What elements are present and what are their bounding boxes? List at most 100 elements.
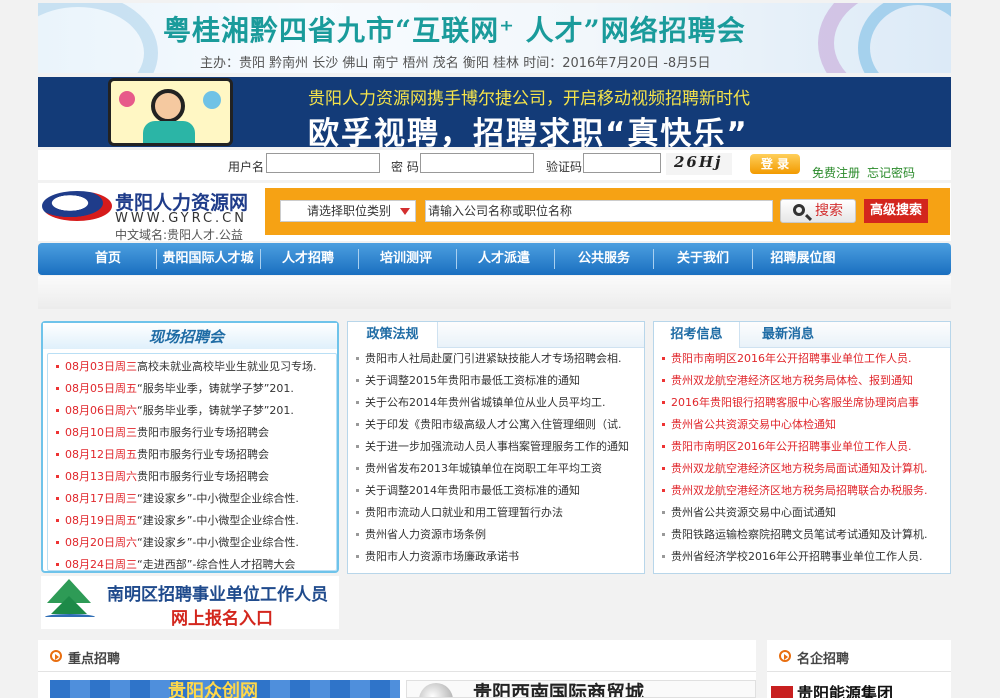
bullet-icon [662, 488, 665, 492]
site-domain-en: WWW.GYRC.CN [115, 211, 247, 226]
list-item[interactable]: 贵州双龙航空港经济区地方税务局面试通知及计算机. [654, 458, 928, 480]
video-recruit-banner[interactable]: 贵阳人力资源网携手博尔捷公司，开启移动视频招聘新时代 欧孚视聘，招聘求职“真快乐… [38, 77, 951, 147]
captcha-label: 验证码 [546, 160, 583, 174]
list-item[interactable]: 08月13日周六贵阳市服务行业专场招聘会 [48, 466, 269, 488]
list-item[interactable]: 贵阳市人社局赴厦门引进紧缺技能人才专场招聘会相. [348, 348, 622, 370]
password-input[interactable] [420, 153, 534, 173]
bullet-icon [56, 496, 59, 500]
list-item[interactable]: 贵阳市流动人口就业和用工管理暂行办法 [348, 502, 563, 524]
nav-item-about[interactable]: 关于我们 [663, 243, 743, 275]
nav-divider [156, 249, 157, 269]
list-item[interactable]: 关于印发《贵阳市级高级人才公寓入住管理细则（试. [348, 414, 622, 436]
list-item[interactable]: 贵州省人力资源市场条例 [348, 524, 486, 546]
bullet-icon [56, 562, 59, 566]
captcha-input[interactable] [583, 153, 661, 173]
policy-title: 关于印发《贵阳市级高级人才公寓入住管理细则（试. [365, 418, 622, 431]
nav-item-public-service[interactable]: 公共服务 [564, 243, 644, 275]
nav-divider [260, 249, 261, 269]
job-category-select[interactable]: 请选择职位类别 [280, 200, 416, 222]
nav-item-recruit[interactable]: 人才招聘 [268, 243, 348, 275]
section-title: 名企招聘 [797, 652, 850, 667]
username-input[interactable] [266, 153, 380, 173]
exam-title: 贵州省经济学校2016年公开招聘事业单位工作人员. [671, 550, 923, 563]
register-link[interactable]: 免费注册 [812, 164, 860, 181]
list-item[interactable]: 贵阳铁路运输检察院招聘文员笔试考试通知及计算机. [654, 524, 928, 546]
list-item[interactable]: 贵州双龙航空港经济区地方税务局招聘联合办税服务. [654, 480, 928, 502]
advanced-search-button[interactable]: 高级搜索 [864, 199, 928, 223]
policy-panel: 政策法规 贵阳市人社局赴厦门引进紧缺技能人才专场招聘会相. 关于调整2015年贵… [347, 321, 645, 574]
policy-title: 贵阳市流动人口就业和用工管理暂行办法 [365, 506, 563, 519]
list-item[interactable]: 贵阳市人力资源市场廉政承诺书 [348, 546, 519, 568]
ad-line1: 南明区招聘事业单位工作人员 [107, 585, 328, 605]
fair-title: “建设家乡”-中小微型企业综合性. [137, 492, 299, 505]
bullet-icon [356, 466, 359, 470]
nav-divider [456, 249, 457, 269]
nanming-recruit-ad[interactable]: 南明区招聘事业单位工作人员 网上报名入口 [41, 576, 339, 629]
bullet-icon [662, 554, 665, 558]
bullet-icon [356, 532, 359, 536]
fair-date: 08月17日周三 [65, 492, 137, 505]
panel-title: 现场招聘会 [149, 328, 225, 346]
list-item[interactable]: 关于公布2014年贵州省城镇单位从业人员平均工. [348, 392, 606, 414]
site-logo-icon[interactable] [42, 191, 112, 221]
fair-title: “建设家乡”-中小微型企业综合性. [137, 514, 299, 527]
login-button[interactable]: 登 录 [750, 154, 800, 174]
search-button[interactable]: 搜索 [780, 199, 856, 223]
list-item[interactable]: 08月24日周三“走进西部”-综合性人才招聘大会 [48, 554, 295, 576]
list-item[interactable]: 关于进一步加强流动人员人事档案管理服务工作的通知 [348, 436, 629, 458]
captcha-image[interactable]: 26Hj [666, 153, 732, 175]
globe-icon [419, 683, 453, 697]
list-item[interactable]: 08月17日周三“建设家乡”-中小微型企业综合性. [48, 488, 299, 510]
panel-header: 政策法规 [348, 322, 644, 348]
list-item[interactable]: 08月19日周五“建设家乡”-中小微型企业综合性. [48, 510, 299, 532]
bullet-icon [662, 400, 665, 404]
list-item[interactable]: 08月06日周六“服务毕业季，铸就学子梦”201. [48, 400, 294, 422]
tab-policy[interactable]: 政策法规 [348, 322, 438, 348]
list-item[interactable]: 贵州省经济学校2016年公开招聘事业单位工作人员. [654, 546, 923, 568]
bullet-icon [356, 488, 359, 492]
tab-exam-info[interactable]: 招考信息 [654, 322, 740, 348]
energy-group-ad[interactable]: 贵阳能源集团 [767, 680, 931, 698]
list-item[interactable]: 关于调整2015年贵阳市最低工资标准的通知 [348, 370, 580, 392]
nav-item-booth-map[interactable]: 招聘展位图 [760, 243, 846, 275]
nav-item-talent-city[interactable]: 贵阳国际人才城 [158, 243, 258, 275]
zhongchuang-ad[interactable]: 贵阳众创网 [50, 680, 400, 698]
list-item[interactable]: 08月12日周五贵阳市服务行业专场招聘会 [48, 444, 269, 466]
list-item[interactable]: 08月05日周五“服务毕业季，铸就学子梦”201. [48, 378, 294, 400]
decor-bubble [119, 91, 135, 107]
bullet-icon [662, 532, 665, 536]
exam-title: 贵州省公共资源交易中心体检通知 [671, 418, 836, 431]
list-item[interactable]: 贵州省公共资源交易中心面试通知 [654, 502, 836, 524]
bullet-icon [356, 422, 359, 426]
list-item[interactable]: 关于调整2014年贵阳市最低工资标准的通知 [348, 480, 580, 502]
fair-date: 08月06日周六 [65, 404, 137, 417]
trade-city-ad[interactable]: 贵阳西南国际商贸城 [406, 680, 756, 698]
list-item[interactable]: 08月10日周三贵阳市服务行业专场招聘会 [48, 422, 269, 444]
decor-swirl [858, 3, 951, 73]
fair-title: 贵阳市服务行业专场招聘会 [137, 448, 269, 461]
nav-divider [752, 249, 753, 269]
nav-item-home[interactable]: 首页 [78, 243, 138, 275]
exam-news-panel: 招考信息 最新消息 贵阳市南明区2016年公开招聘事业单位工作人员. 贵州双龙航… [653, 321, 951, 574]
fair-title: 贵阳市服务行业专场招聘会 [137, 470, 269, 483]
nav-item-training[interactable]: 培训测评 [366, 243, 446, 275]
ad-text: 贵阳能源集团 [797, 684, 894, 698]
exam-title: 贵阳铁路运输检察院招聘文员笔试考试通知及计算机. [671, 528, 928, 541]
list-item[interactable]: 贵阳市南明区2016年公开招聘事业单位工作人员. [654, 348, 912, 370]
list-item[interactable]: 贵州省公共资源交易中心体检通知 [654, 414, 836, 436]
forgot-password-link[interactable]: 忘记密码 [867, 164, 915, 181]
bullet-icon [662, 444, 665, 448]
list-item[interactable]: 贵州双龙航空港经济区地方税务局体检、报到通知 [654, 370, 913, 392]
search-input[interactable]: 请输入公司名称或职位名称 [425, 200, 773, 222]
nav-item-dispatch[interactable]: 人才派遣 [464, 243, 544, 275]
phone-illustration [108, 78, 233, 146]
sub-nav-bar [38, 276, 951, 309]
list-item[interactable]: 2016年贵阳银行招聘客服中心客服坐席协理岗启事 [654, 392, 919, 414]
list-item[interactable]: 贵州省发布2013年城镇单位在岗职工年平均工资 [348, 458, 602, 480]
job-fair-banner[interactable]: 粤桂湘黔四省九市“互联网⁺ 人才”网络招聘会 主办：贵阳 黔南州 长沙 佛山 南… [38, 3, 951, 73]
list-item[interactable]: 贵阳市南明区2016年公开招聘事业单位工作人员. [654, 436, 912, 458]
list-item[interactable]: 08月20日周六“建设家乡”-中小微型企业综合性. [48, 532, 299, 554]
tab-latest-news[interactable]: 最新消息 [762, 322, 814, 348]
fair-date: 08月05日周五 [65, 382, 137, 395]
list-item[interactable]: 08月03日周三高校未就业高校毕业生就业见习专场. [48, 356, 317, 378]
